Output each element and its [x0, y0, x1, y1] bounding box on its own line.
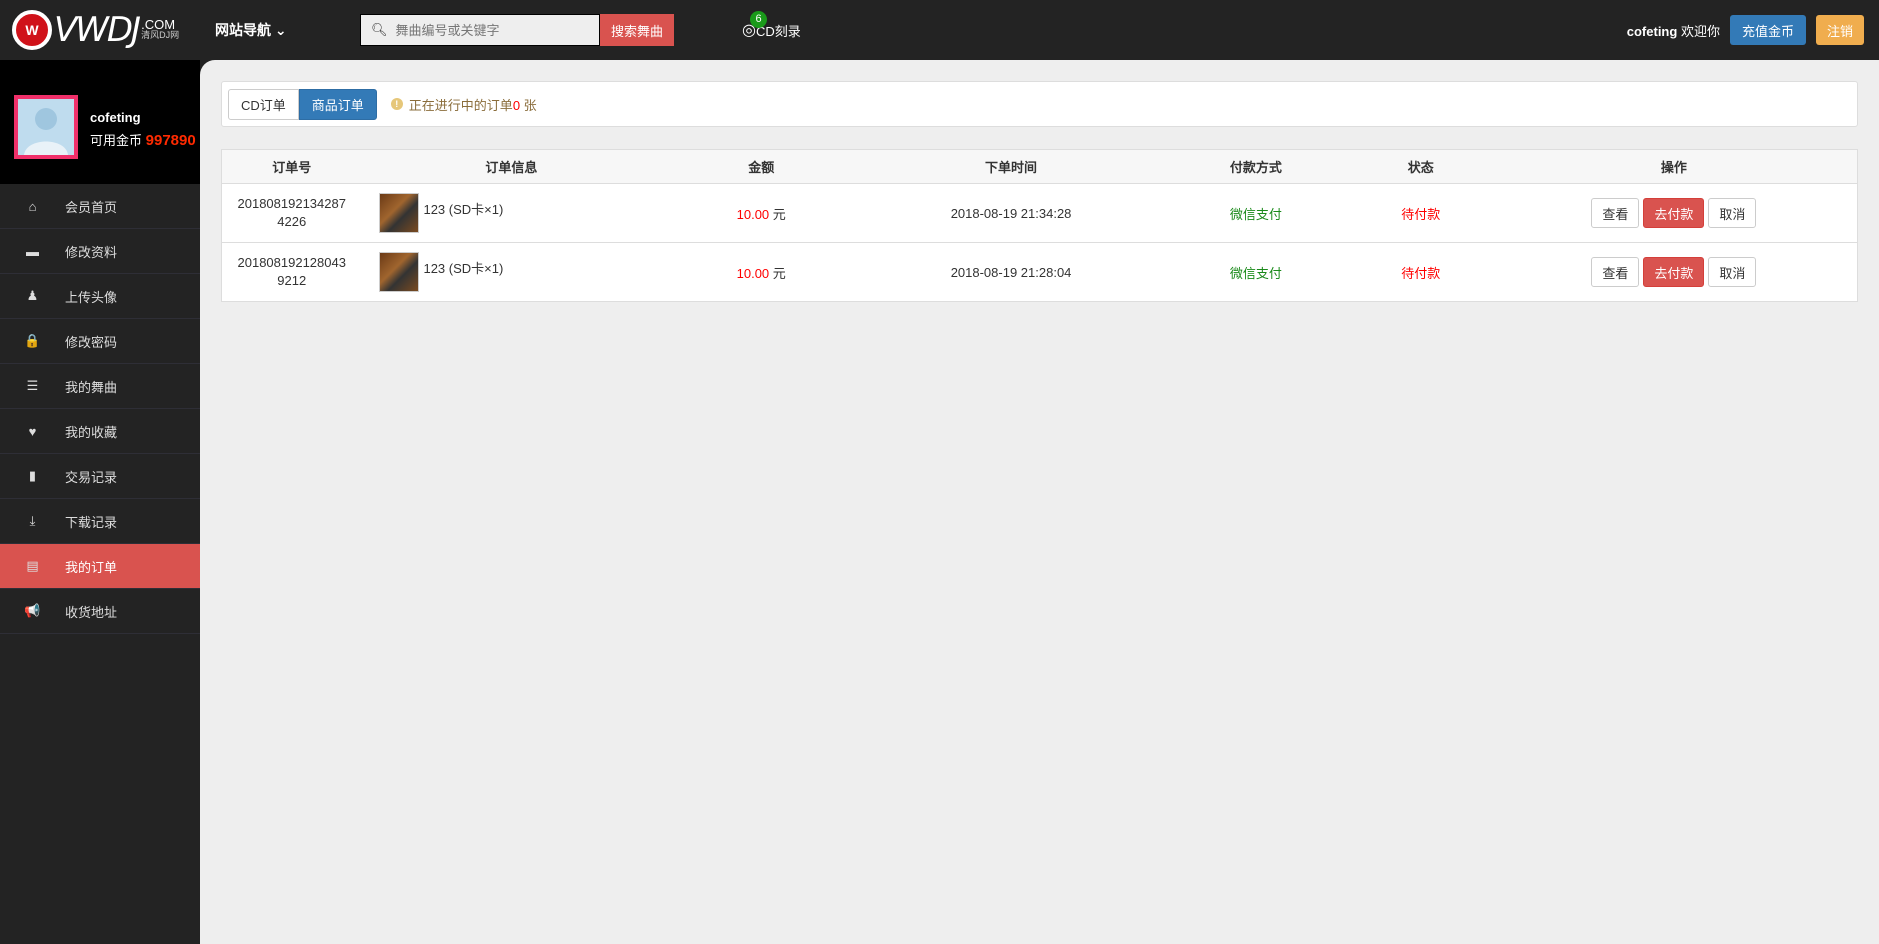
sidebar-item-7[interactable]: ⤓ 下载记录: [0, 499, 200, 544]
order-tabs: CD订单 商品订单 ! 正在进行中的订单0 张: [221, 81, 1858, 127]
currency: 元: [772, 265, 786, 281]
sidebar-item-label: 收货地址: [65, 604, 118, 620]
search-icon: 🔍︎: [371, 22, 388, 37]
pay-button[interactable]: 去付款: [1643, 257, 1705, 287]
currency: 元: [772, 206, 786, 222]
sidebar-item-1[interactable]: ▬ 修改资料: [0, 229, 200, 274]
profile-name: cofeting: [90, 110, 141, 125]
cd-burn-link[interactable]: ◎ 6 CD刻录: [742, 11, 801, 40]
payment-method: 微信支付: [1160, 242, 1351, 302]
bullhorn-icon: 📢: [24, 603, 41, 618]
order-icon: ▤: [26, 558, 39, 573]
column-header: 金额: [661, 149, 862, 184]
order-number: 2018081921342874226: [237, 196, 346, 229]
sidebar-item-label: 修改资料: [65, 244, 118, 260]
order-item: 123 (SD卡×1): [423, 202, 504, 217]
sidebar-menu: ⌂ 会员首页 ▬ 修改资料 ♟ 上传头像 🔒 修改密码 ☰ 我的舞曲 ♥ 我的收藏 ▮ 交易记录 ⤓ 下载记录…: [0, 184, 200, 634]
lock-icon: 🔒: [24, 333, 41, 348]
order-time: 2018-08-19 21:28:04: [861, 242, 1161, 302]
sidebar-item-3[interactable]: 🔒 修改密码: [0, 319, 200, 364]
info-icon: !: [390, 98, 403, 110]
welcome-text: 欢迎你: [1680, 23, 1720, 39]
notice-text: 正在进行中的订单: [408, 97, 513, 113]
header-username: cofeting: [1626, 23, 1678, 39]
sidebar-item-9[interactable]: 📢 收货地址: [0, 589, 200, 634]
payment-method: 微信支付: [1160, 183, 1351, 243]
cd-count-badge: 6: [750, 11, 767, 28]
sidebar-item-label: 修改密码: [65, 334, 118, 350]
sidebar-item-label: 我的舞曲: [65, 379, 118, 395]
product-thumbnail[interactable]: [379, 193, 420, 233]
logo-text: VWDJ: [54, 10, 141, 50]
site-nav-dropdown[interactable]: 网站导航 ⌄: [215, 20, 287, 40]
coin-label: 可用金币: [90, 133, 143, 148]
sidebar-item-label: 上传头像: [65, 289, 118, 305]
chevron-down-icon: ⌄: [274, 22, 287, 38]
notice-count: 0: [512, 97, 521, 113]
cancel-button[interactable]: 取消: [1708, 198, 1757, 228]
table-row: 2018081921342874226 123 (SD卡×1) 10.00 元 …: [221, 183, 1858, 243]
site-nav-label: 网站导航: [215, 22, 271, 38]
view-button[interactable]: 查看: [1591, 257, 1640, 287]
notice-suffix: 张: [520, 97, 537, 113]
sidebar-item-5[interactable]: ♥ 我的收藏: [0, 409, 200, 454]
product-thumbnail[interactable]: [379, 252, 420, 292]
column-header: 状态: [1350, 149, 1491, 184]
sidebar-item-label: 会员首页: [65, 199, 118, 215]
logo-domain: .COM: [141, 17, 176, 32]
column-header: 下单时间: [861, 149, 1161, 184]
logout-button[interactable]: 注销: [1815, 15, 1864, 45]
sidebar-item-0[interactable]: ⌂ 会员首页: [0, 184, 200, 229]
avatar[interactable]: [14, 95, 78, 159]
top-header: W VWDJ .COM清风DJ网 网站导航 ⌄ 🔍︎ 搜索舞曲 ◎ 6 CD刻录…: [0, 0, 1879, 60]
order-time: 2018-08-19 21:34:28: [861, 183, 1161, 243]
sidebar-item-6[interactable]: ▮ 交易记录: [0, 454, 200, 499]
order-amount: 10.00: [736, 265, 770, 281]
cancel-button[interactable]: 取消: [1708, 257, 1757, 287]
order-status: 待付款: [1350, 183, 1491, 243]
sidebar-item-label: 交易记录: [65, 469, 118, 485]
main-content: CD订单 商品订单 ! 正在进行中的订单0 张 订单号 订单信息 金额 下单时间 付款方…: [200, 60, 1879, 944]
order-amount: 10.00: [736, 206, 770, 222]
home-icon: ⌂: [28, 198, 37, 214]
order-status: 待付款: [1350, 242, 1491, 302]
folder-icon: ▬: [26, 243, 39, 259]
view-button[interactable]: 查看: [1591, 198, 1640, 228]
order-item: 123 (SD卡×1): [423, 261, 504, 276]
site-logo[interactable]: W VWDJ .COM 清风DJ网: [12, 10, 179, 50]
sidebar-item-label: 我的订单: [65, 559, 118, 575]
sidebar-item-8[interactable]: ▤ 我的订单: [0, 544, 200, 589]
logo-sub: 清风DJ网: [141, 30, 180, 40]
heart-icon: ♥: [28, 423, 37, 439]
download-icon: ⤓: [29, 513, 36, 528]
coin-amount: 997890: [145, 132, 196, 149]
search-input[interactable]: [395, 22, 586, 38]
column-header: 订单号: [221, 149, 362, 184]
search-button[interactable]: 搜索舞曲: [600, 14, 674, 46]
pay-button[interactable]: 去付款: [1643, 198, 1705, 228]
sidebar-item-label: 下载记录: [65, 514, 118, 530]
sidebar: cofeting 可用金币 997890 ⌂ 会员首页 ▬ 修改资料 ♟ 上传头像 🔒 修改密…: [0, 60, 200, 944]
profile-coins: 可用金币 997890: [90, 130, 196, 149]
order-number: 2018081921280439212: [237, 255, 346, 288]
sidebar-item-2[interactable]: ♟ 上传头像: [0, 274, 200, 319]
tab-goods-orders[interactable]: 商品订单: [298, 88, 377, 120]
ongoing-orders-notice: ! 正在进行中的订单0 张: [390, 95, 537, 114]
search-form: 🔍︎ 搜索舞曲: [360, 14, 674, 46]
logo-emblem-icon: W: [12, 10, 52, 50]
tab-cd-orders[interactable]: CD订单: [228, 88, 299, 120]
user-icon: ♟: [26, 288, 39, 303]
orders-table: 订单号 订单信息 金额 下单时间 付款方式 状态 操作 201808192134287422…: [221, 149, 1858, 302]
sidebar-item-4[interactable]: ☰ 我的舞曲: [0, 364, 200, 409]
recharge-button[interactable]: 充值金币: [1729, 15, 1806, 45]
column-header: 操作: [1490, 149, 1858, 184]
table-row: 2018081921280439212 123 (SD卡×1) 10.00 元 …: [221, 242, 1858, 302]
list-icon: ☰: [26, 378, 39, 393]
file-icon: ▮: [28, 468, 37, 483]
column-header: 订单信息: [361, 149, 662, 184]
sidebar-item-label: 我的收藏: [65, 424, 118, 440]
user-bar: cofeting 欢迎你 充值金币 注销: [1627, 15, 1864, 45]
column-header: 付款方式: [1160, 149, 1351, 184]
profile-card: cofeting 可用金币 997890: [0, 60, 200, 184]
